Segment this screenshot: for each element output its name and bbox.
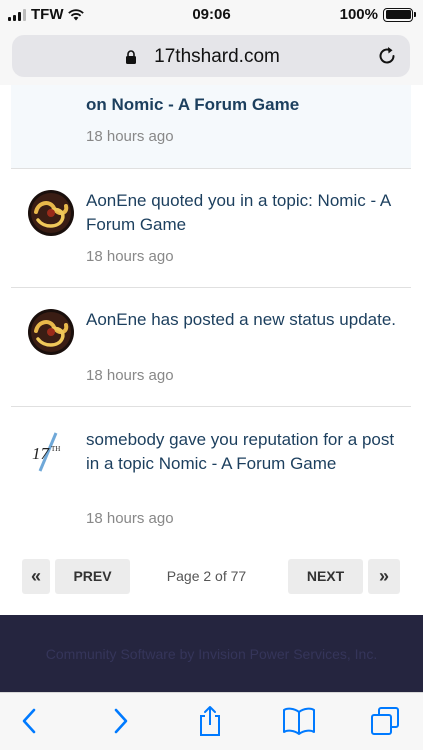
avatar[interactable]: 17 TH xyxy=(28,429,74,475)
footer-credit[interactable]: Community Software by Invision Power Ser… xyxy=(0,646,423,662)
share-button[interactable] xyxy=(190,705,230,737)
page-indicator: Page 2 of 77 xyxy=(166,568,247,584)
list-item[interactable]: 17 TH somebody gave you reputation for a… xyxy=(11,407,411,547)
avatar-sup: TH xyxy=(51,445,60,453)
list-item[interactable]: AonEne quoted you in a topic: Nomic - A … xyxy=(11,169,411,288)
avatar[interactable] xyxy=(28,309,74,355)
notification-time: 18 hours ago xyxy=(86,510,174,527)
bookmarks-button[interactable] xyxy=(279,705,319,737)
browser-toolbar xyxy=(0,692,423,750)
battery-icon xyxy=(383,7,416,22)
notification-title[interactable]: somebody gave you reputation for a post … xyxy=(86,428,399,476)
tabs-button[interactable] xyxy=(365,705,405,737)
notification-title[interactable]: AonEne has posted a new status update. xyxy=(86,308,399,332)
avatar[interactable] xyxy=(28,190,74,236)
first-page-button[interactable]: « xyxy=(22,559,50,594)
chevron-right-icon xyxy=(114,708,128,734)
reload-icon[interactable] xyxy=(376,45,398,67)
site-footer: Community Software by Invision Power Ser… xyxy=(0,615,423,692)
notification-title[interactable]: AonEne quoted you in a topic: Nomic - A … xyxy=(86,189,399,237)
avatar-text: 17 xyxy=(32,444,51,463)
browser-address-area: 17thshard.com xyxy=(0,30,423,85)
address-bar[interactable]: 17thshard.com xyxy=(12,35,410,77)
battery-group: 100% xyxy=(339,6,416,23)
list-item[interactable]: on Nomic - A Forum Game 18 hours ago xyxy=(11,85,411,169)
notification-time: 18 hours ago xyxy=(86,128,174,145)
back-button[interactable] xyxy=(9,705,49,737)
notification-time: 18 hours ago xyxy=(86,248,174,265)
url-text: 17thshard.com xyxy=(154,46,280,67)
notification-title[interactable]: on Nomic - A Forum Game xyxy=(86,93,399,117)
status-bar: TFW 09:06 100% xyxy=(0,0,423,30)
battery-percent: 100% xyxy=(339,6,378,23)
notification-time: 18 hours ago xyxy=(86,367,174,384)
pagination: « PREV Page 2 of 77 NEXT » xyxy=(22,559,400,594)
chevron-left-icon xyxy=(22,708,36,734)
share-icon xyxy=(200,706,220,736)
tabs-icon xyxy=(371,707,399,735)
list-item[interactable]: AonEne has posted a new status update. 1… xyxy=(11,288,411,407)
book-icon xyxy=(283,707,315,735)
prev-page-button[interactable]: PREV xyxy=(55,559,130,594)
next-page-button[interactable]: NEXT xyxy=(288,559,363,594)
last-page-button[interactable]: » xyxy=(368,559,400,594)
forward-button[interactable] xyxy=(101,705,141,737)
notifications-list: on Nomic - A Forum Game 18 hours ago Aon… xyxy=(0,85,423,615)
